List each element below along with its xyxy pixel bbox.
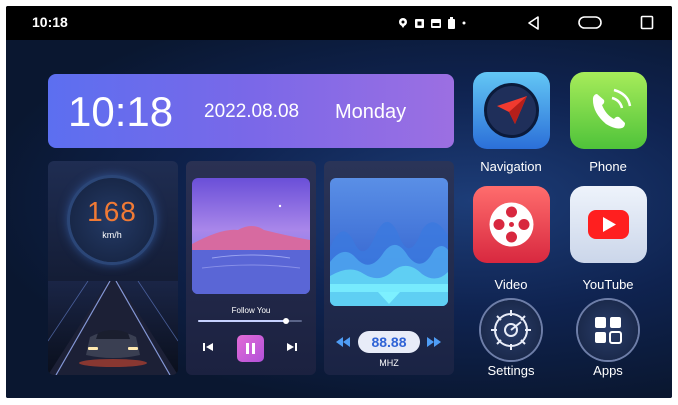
radio-frequency-unit: MHZ — [379, 358, 399, 368]
clock-date: 2022.08.08 — [204, 101, 300, 122]
clock-widget[interactable]: 10:18 2022.08.08 Monday — [48, 74, 454, 148]
status-time: 10:18 — [32, 14, 68, 30]
youtube-play-icon — [570, 186, 647, 263]
seek-forward-icon[interactable] — [427, 337, 441, 347]
clock-time: 10:18 — [68, 88, 174, 135]
app-settings[interactable]: Settings — [466, 300, 556, 378]
app-label-settings: Settings — [487, 363, 535, 378]
pause-icon — [246, 343, 255, 354]
app-phone[interactable]: Phone — [563, 72, 653, 184]
recents-icon[interactable] — [640, 15, 654, 30]
app-youtube[interactable]: YouTube — [563, 186, 653, 298]
grid-icon — [578, 300, 638, 360]
next-track-icon[interactable] — [286, 341, 298, 353]
app-label-video: Video — [494, 277, 528, 292]
film-reel-icon — [473, 186, 550, 263]
dot-icon — [462, 21, 466, 25]
speed-unit: km/h — [102, 230, 122, 240]
seek-back-icon[interactable] — [336, 337, 350, 347]
song-title: Follow You — [231, 306, 271, 315]
app-video[interactable]: Video — [466, 186, 556, 298]
radio-wave-art — [330, 178, 448, 306]
phone-icon — [570, 72, 647, 149]
song-progress-knob[interactable] — [283, 318, 290, 324]
status-icons — [398, 17, 466, 29]
gear-icon — [481, 300, 541, 360]
app-apps[interactable]: Apps — [563, 300, 653, 378]
app-navigation[interactable]: Navigation — [466, 72, 556, 184]
app-label-phone: Phone — [589, 159, 627, 174]
app-label-apps: Apps — [593, 363, 623, 378]
song-progress-bar[interactable] — [198, 318, 302, 324]
gps-icon — [399, 18, 407, 28]
app-label-navigation: Navigation — [480, 159, 542, 174]
app-label-youtube: YouTube — [582, 277, 634, 292]
navigation-arrow-icon — [473, 72, 550, 149]
back-icon[interactable] — [526, 15, 540, 31]
home-icon[interactable] — [578, 16, 602, 29]
image-icon — [431, 18, 441, 28]
speed-widget[interactable]: 168 km/h — [48, 161, 178, 375]
status-bar: 10:18 — [6, 6, 672, 40]
media-icon — [415, 18, 424, 28]
pause-button[interactable] — [237, 335, 264, 362]
song-progress-fill — [198, 320, 287, 322]
clock-day: Monday — [335, 101, 407, 123]
radio-frequency: 88.88 — [358, 331, 420, 353]
speed-value: 168 — [87, 196, 137, 227]
battery-icon — [448, 17, 455, 29]
speedometer: 168 km/h — [70, 178, 154, 262]
previous-track-icon[interactable] — [202, 341, 214, 353]
radio-widget[interactable]: 88.88 MHZ — [324, 161, 454, 375]
head-unit-screen: 10:18 10:18 2022.08.08 Monday 168 km/h F… — [6, 6, 672, 398]
album-art — [192, 178, 310, 294]
music-widget[interactable]: Follow You — [186, 161, 316, 375]
road-car-illustration — [48, 281, 178, 375]
